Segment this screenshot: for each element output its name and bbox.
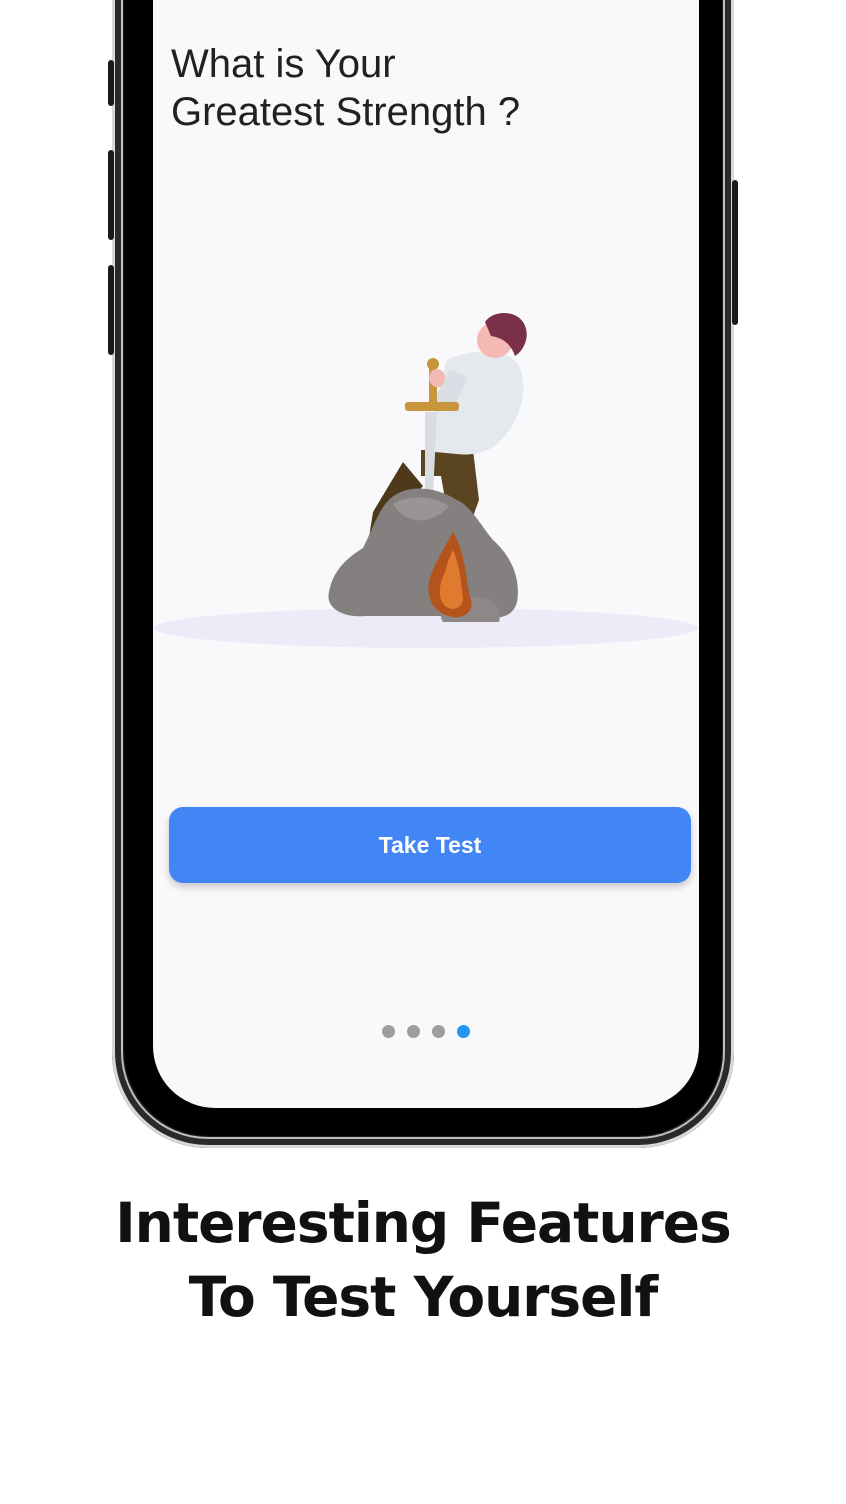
page-title: What is Your Greatest Strength ? bbox=[171, 40, 671, 136]
app-screen: What is Your Greatest Strength ? Take Te… bbox=[153, 0, 699, 1108]
promo-tagline-line: Interesting Features bbox=[115, 1191, 732, 1255]
promo-tagline-line: To Test Yourself bbox=[188, 1265, 659, 1329]
page-title-line: What is Your bbox=[171, 42, 396, 86]
page-indicator-dot[interactable] bbox=[407, 1025, 420, 1038]
sword-pommel bbox=[427, 358, 439, 370]
figure-hand bbox=[429, 369, 445, 387]
page-title-line: Greatest Strength ? bbox=[171, 90, 521, 134]
page-indicator bbox=[153, 1025, 699, 1039]
promo-canvas: What is Your Greatest Strength ? Take Te… bbox=[0, 0, 846, 1504]
promo-tagline: Interesting Features To Test Yourself bbox=[0, 1186, 846, 1334]
page-indicator-dot[interactable] bbox=[432, 1025, 445, 1038]
phone-volume-button bbox=[108, 265, 114, 355]
page-indicator-dot-active[interactable] bbox=[457, 1025, 470, 1038]
take-test-button[interactable]: Take Test bbox=[169, 807, 691, 883]
phone-power-button bbox=[732, 180, 738, 325]
phone-volume-button bbox=[108, 60, 114, 106]
phone-screen: What is Your Greatest Strength ? Take Te… bbox=[153, 0, 699, 1108]
phone-volume-button bbox=[108, 150, 114, 240]
page-indicator-dot[interactable] bbox=[382, 1025, 395, 1038]
sword-in-stone-illustration bbox=[154, 313, 698, 648]
